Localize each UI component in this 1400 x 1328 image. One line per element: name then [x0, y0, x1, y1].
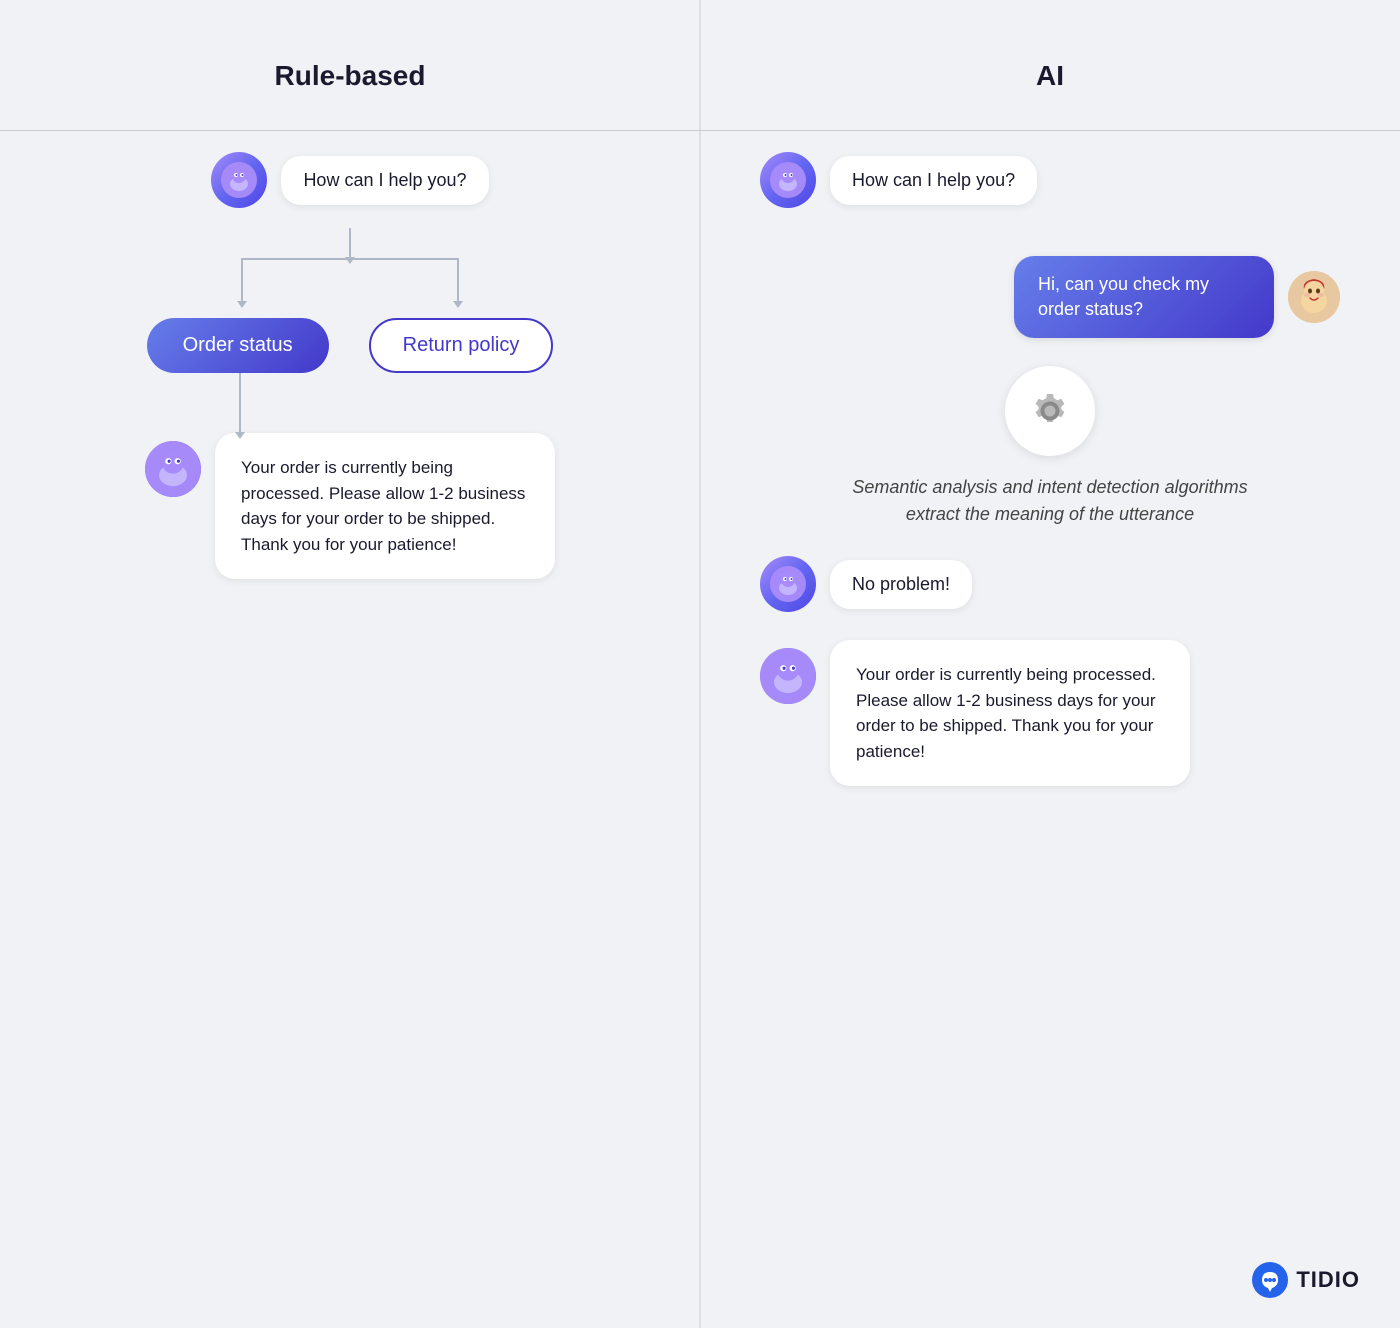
- rule-based-title: Rule-based: [60, 60, 640, 92]
- flow-chart: Order status Return policy: [60, 228, 640, 433]
- user-bubble: Hi, can you check my order status?: [1014, 256, 1274, 338]
- ai-bot-avatar: [760, 152, 816, 208]
- tidio-logo: TIDIO: [1252, 1262, 1360, 1298]
- return-policy-button[interactable]: Return policy: [369, 318, 554, 373]
- user-message-row: Hi, can you check my order status?: [760, 256, 1340, 338]
- rule-response-row: Your order is currently being processed.…: [145, 433, 555, 579]
- branch-container: [160, 258, 540, 318]
- ai-response-row: Your order is currently being processed.…: [760, 640, 1340, 786]
- flow-line-2: [239, 373, 241, 433]
- branch-horizontal: [242, 258, 458, 260]
- rule-based-content: How can I help you?: [60, 132, 640, 579]
- gear-bubble: [1005, 366, 1095, 456]
- user-avatar: [1288, 271, 1340, 323]
- tidio-icon: [1252, 1262, 1288, 1298]
- rule-bot-greeting-row: How can I help you?: [211, 152, 488, 208]
- flow-line-1: [349, 228, 351, 258]
- order-status-button[interactable]: Order status: [147, 318, 329, 373]
- options-row: Order status Return policy: [147, 318, 554, 373]
- rule-based-column: Rule-based: [0, 0, 700, 1328]
- horizontal-divider: [0, 130, 1400, 131]
- rule-response-bot-avatar: [145, 441, 201, 497]
- processing-text: Semantic analysis and intent detection a…: [830, 474, 1270, 528]
- rule-bot-avatar: [211, 152, 267, 208]
- ai-content: How can I help you? Hi, can you check my…: [760, 132, 1340, 786]
- rule-response-bubble: Your order is currently being processed.…: [215, 433, 555, 579]
- ai-no-problem-avatar: [760, 556, 816, 612]
- branch-left-arrow: [241, 258, 243, 302]
- ai-response-bubble: Your order is currently being processed.…: [830, 640, 1190, 786]
- no-problem-bubble: No problem!: [830, 560, 972, 609]
- vertical-divider: [700, 0, 701, 1328]
- no-problem-row: No problem!: [760, 556, 1340, 612]
- ai-bot-greeting-row: How can I help you?: [760, 152, 1340, 208]
- ai-response-avatar: [760, 648, 816, 704]
- ai-column: AI: [700, 0, 1400, 1328]
- branch-right-arrow: [457, 258, 459, 302]
- main-container: Rule-based: [0, 0, 1400, 1328]
- processing-row: Semantic analysis and intent detection a…: [760, 366, 1340, 528]
- tidio-label: TIDIO: [1296, 1267, 1360, 1293]
- rule-bot-greeting-bubble: How can I help you?: [281, 156, 488, 205]
- ai-bot-greeting-bubble: How can I help you?: [830, 156, 1037, 205]
- ai-title: AI: [760, 60, 1340, 92]
